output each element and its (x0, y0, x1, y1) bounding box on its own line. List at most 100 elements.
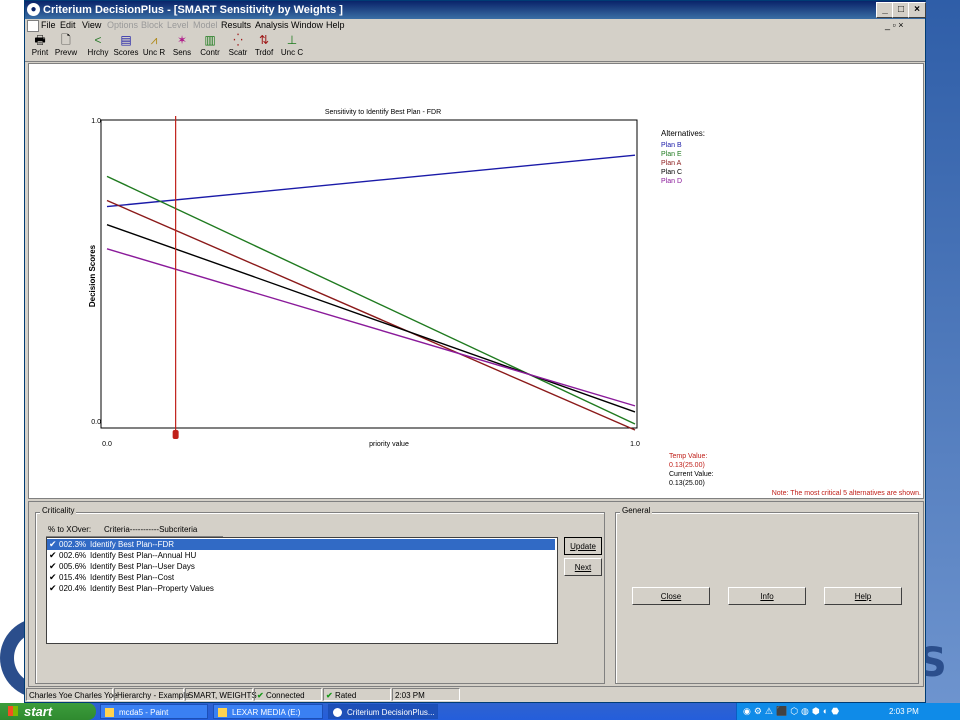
info-button[interactable]: Info (728, 587, 806, 605)
update-button[interactable]: Update (564, 537, 602, 555)
folder-icon (218, 708, 227, 717)
toolbar: 🖶 Print 🗋 Prevw < Hrchy ▤ Scores ⩘ Unc R ✶ Sen… (25, 33, 925, 62)
scatter-icon: ⁛ (233, 33, 243, 47)
window-title: Criterium DecisionPlus - [SMART Sensitiv… (43, 4, 343, 16)
tool-print[interactable]: 🖶 Print (27, 33, 53, 61)
status-user: Charles Yoe Charles Yoe (26, 688, 118, 701)
tray-icons[interactable]: ◉⚙⚠⬛⬡◍⬢◐⬣ (743, 706, 863, 717)
status-model: Hierarchy - Example (114, 688, 189, 701)
list-item[interactable]: ✔ 020.4% Identify Best Plan--Property Valu… (47, 583, 555, 594)
tool-scatter[interactable]: ⁛ Scatr (225, 33, 251, 61)
current-value-label: Current Value: (669, 471, 714, 478)
menu-options[interactable]: Options (107, 20, 138, 30)
status-connected: ✔ Connected (254, 688, 322, 701)
list-item[interactable]: ✔ 002.6% Identify Best Plan--Annual HU (47, 550, 555, 561)
y-tick-min: 0.0 (91, 419, 101, 426)
preview-icon: 🗋 (61, 33, 71, 47)
menu-model[interactable]: Model (193, 20, 218, 30)
menu-edit[interactable]: Edit (60, 20, 76, 30)
document-icon[interactable] (27, 20, 39, 32)
header-criteria: Criteria-----------Subcriteria (104, 525, 198, 534)
help-button[interactable]: Help (824, 587, 902, 605)
sensitivity-chart: Sensitivity to Identify Best Plan - FDR … (88, 109, 921, 497)
check-icon: ✔ (49, 550, 57, 560)
general-group-label: General (620, 506, 653, 515)
check-icon: ✔ (49, 539, 57, 549)
y-tick-max: 1.0 (91, 118, 101, 125)
menu-view[interactable]: View (82, 20, 101, 30)
legend: Plan B Plan E Plan A Plan C Plan D (661, 142, 682, 185)
status-rated: ✔ Rated (323, 688, 391, 701)
criticality-list[interactable]: ✔ 002.3% Identify Best Plan--FDR ✔ 002.6% Id… (46, 537, 558, 644)
close-button[interactable]: × (908, 2, 926, 18)
menu-results[interactable]: Results (221, 20, 251, 30)
scores-icon: ▤ (120, 33, 132, 47)
tool-hierarchy[interactable]: < Hrchy (85, 33, 111, 61)
menu-analysis[interactable]: Analysis (255, 20, 289, 30)
task-lexar[interactable]: LEXAR MEDIA (E:) (213, 704, 323, 719)
check-icon: ✔ (257, 691, 264, 700)
next-button[interactable]: Next (564, 558, 602, 576)
criticality-group-label: Criticality (40, 506, 77, 515)
tool-uncertainty-chart[interactable]: ⊥ Unc C (279, 33, 305, 61)
chart-title: Sensitivity to Identify Best Plan - FDR (325, 109, 441, 116)
sensitivity-chart-panel: Sensitivity to Identify Best Plan - FDR … (28, 63, 924, 499)
legend-entry-plan-a: Plan A (661, 160, 682, 167)
priority-marker-handle[interactable] (172, 430, 179, 439)
status-method: SMART, WEIGHTS (185, 688, 257, 701)
current-value: 0.13(25.00) (669, 480, 705, 487)
clock: 2:03 PM (889, 707, 919, 716)
close-dialog-button[interactable]: Close (632, 587, 710, 605)
list-item[interactable]: ✔ 015.4% Identify Best Plan--Cost (47, 572, 555, 583)
uncertainty-icon: ⩘ (150, 33, 158, 47)
taskbar: start mcda5 - Paint LEXAR MEDIA (E:) Cri… (0, 703, 960, 720)
temp-value: 0.13(25.00) (669, 462, 705, 469)
menu-help[interactable]: Help (326, 20, 345, 30)
menu-window[interactable]: Window (291, 20, 323, 30)
criticality-group: Criticality % to XOver: Criteria--------… (35, 506, 605, 684)
legend-entry-plan-c: Plan C (661, 169, 682, 176)
tool-uncertainty[interactable]: ⩘ Unc R (141, 33, 167, 61)
system-tray: ◉⚙⚠⬛⬡◍⬢◐⬣ 2:03 PM (736, 703, 960, 720)
tradeoff-icon: ⇅ (258, 33, 270, 47)
tool-preview[interactable]: 🗋 Prevw (53, 33, 79, 61)
tool-contributions[interactable]: ▥ Contr (197, 33, 223, 61)
menu-block[interactable]: Block (141, 20, 163, 30)
app-window: ● Criterium DecisionPlus - [SMART Sensit… (24, 0, 926, 703)
menu-file[interactable]: File (41, 20, 56, 30)
x-tick-max: 1.0 (630, 441, 640, 448)
check-icon: ✔ (49, 561, 57, 571)
list-item[interactable]: ✔ 005.6% Identify Best Plan--User Days (47, 561, 555, 572)
menu-level[interactable]: Level (167, 20, 189, 30)
criticality-header: % to XOver: Criteria-----------Subcriter… (46, 525, 223, 537)
sensitivity-icon: ✶ (176, 33, 188, 47)
mdi-controls[interactable]: _ ▫ × (885, 20, 903, 30)
status-bar: Charles Yoe Charles Yoe Hierarchy - Exam… (25, 687, 925, 703)
list-item[interactable]: ✔ 002.3% Identify Best Plan--FDR (47, 539, 555, 550)
task-paint[interactable]: mcda5 - Paint (100, 704, 208, 719)
tool-tradeoff[interactable]: ⇅ Trdof (251, 33, 277, 61)
task-criterium[interactable]: Criterium DecisionPlus... (328, 704, 438, 719)
contributions-icon: ▥ (204, 33, 216, 47)
chart-note: Note: The most critical 5 alternatives a… (772, 490, 921, 497)
check-icon: ✔ (49, 583, 57, 593)
tool-sensitivity[interactable]: ✶ Sens (169, 33, 195, 61)
title-bar[interactable]: ● Criterium DecisionPlus - [SMART Sensit… (25, 1, 926, 19)
y-axis-label: Decision Scores (88, 244, 97, 307)
tool-scores[interactable]: ▤ Scores (113, 33, 139, 61)
printer-icon: 🖶 (34, 33, 46, 47)
plot-frame (100, 119, 638, 429)
uncertainty-chart-icon: ⊥ (286, 33, 298, 47)
criterium-icon (333, 708, 342, 717)
temp-value-label: Temp Value: (669, 453, 707, 460)
hierarchy-icon: < (94, 33, 102, 47)
x-axis-label: priority value (369, 441, 409, 448)
start-button[interactable]: start (0, 703, 96, 720)
app-icon[interactable]: ● (27, 3, 40, 16)
slide-side-band (926, 0, 960, 720)
paint-icon (105, 708, 114, 717)
status-time: 2:03 PM (392, 688, 460, 701)
check-icon: ✔ (49, 572, 57, 582)
check-icon: ✔ (326, 691, 333, 700)
windows-logo-icon (8, 706, 18, 716)
